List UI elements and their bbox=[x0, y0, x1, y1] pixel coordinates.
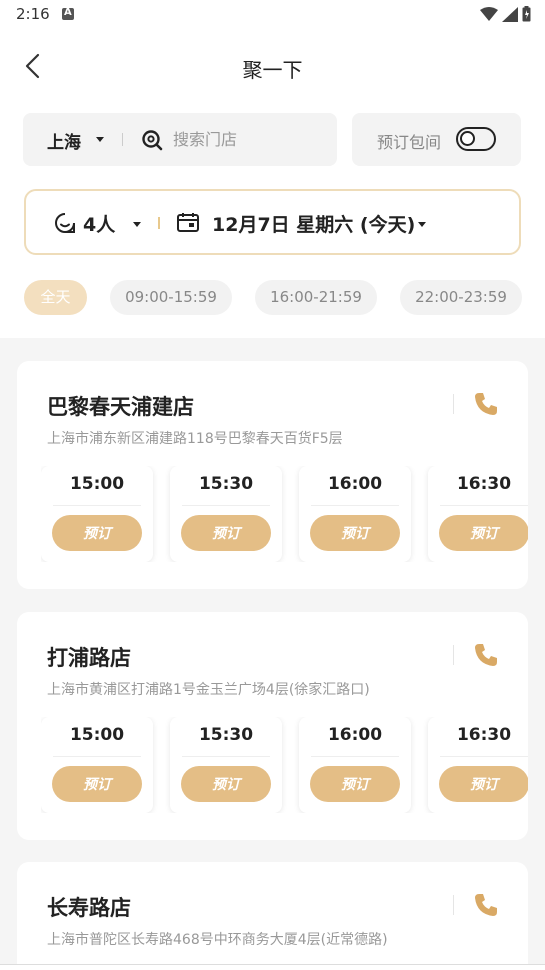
divider bbox=[158, 217, 160, 229]
time-slot: 16:30 预订 bbox=[428, 717, 528, 813]
status-bar: 2:16 bbox=[0, 0, 545, 30]
time-slot: 15:00 预订 bbox=[41, 717, 153, 813]
divider bbox=[182, 756, 270, 757]
store-name: 巴黎春天浦建店 bbox=[47, 395, 194, 419]
book-button[interactable]: 预订 bbox=[52, 515, 142, 551]
bottom-bar bbox=[0, 964, 545, 970]
store-address: 上海市黄浦区打浦路1号金玉兰广场4层(徐家汇路口) bbox=[47, 682, 370, 698]
store-name: 长寿路店 bbox=[47, 896, 131, 920]
book-button[interactable]: 预订 bbox=[310, 766, 400, 802]
time-slot: 15:00 预订 bbox=[41, 466, 153, 562]
page-title: 聚一下 bbox=[242, 58, 303, 82]
time-slot: 16:00 预订 bbox=[299, 717, 411, 813]
store-list: 巴黎春天浦建店 上海市浦东新区浦建路118号巴黎春天百货F5层 15:00 预订… bbox=[0, 338, 545, 970]
divider bbox=[453, 895, 454, 915]
divider bbox=[440, 756, 528, 757]
divider bbox=[453, 394, 454, 414]
time-slot-list: 15:00 预订 15:30 预订 16:00 预订 16:30 预订 bbox=[41, 466, 528, 562]
phone-icon[interactable] bbox=[473, 642, 499, 668]
people-selector[interactable]: 4人 bbox=[83, 210, 115, 237]
store-card[interactable]: 巴黎春天浦建店 上海市浦东新区浦建路118号巴黎春天百货F5层 15:00 预订… bbox=[17, 361, 528, 589]
status-icons bbox=[480, 6, 531, 22]
search-box: 上海 bbox=[23, 113, 337, 166]
store-address: 上海市普陀区长寿路468号中环商务大厦4层(近常德路) bbox=[47, 932, 388, 948]
divider bbox=[311, 756, 399, 757]
filter-box: 4人 12月7日 星期六 (今天) bbox=[24, 189, 521, 255]
private-room-label: 预订包间 bbox=[377, 133, 442, 152]
divider bbox=[122, 133, 123, 146]
time-chip-late-night[interactable]: 22:00-23:59 bbox=[400, 280, 522, 315]
book-button[interactable]: 预订 bbox=[52, 766, 142, 802]
slot-time: 15:00 bbox=[69, 725, 125, 745]
time-slot: 15:30 预订 bbox=[170, 717, 282, 813]
store-address: 上海市浦东新区浦建路118号巴黎春天百货F5层 bbox=[47, 431, 343, 447]
time-slot-list: 15:00 预订 15:30 预订 16:00 预订 16:30 预订 bbox=[41, 717, 528, 813]
slot-time: 15:00 bbox=[69, 474, 125, 494]
store-name: 打浦路店 bbox=[47, 646, 131, 670]
nav-bar: 聚一下 bbox=[0, 40, 545, 94]
divider bbox=[53, 505, 141, 506]
slot-time: 15:30 bbox=[198, 725, 254, 745]
smile-icon bbox=[55, 213, 75, 233]
divider bbox=[53, 756, 141, 757]
signal-icon bbox=[502, 6, 518, 22]
slot-time: 15:30 bbox=[198, 474, 254, 494]
slot-time: 16:00 bbox=[327, 725, 383, 745]
slot-time: 16:00 bbox=[327, 474, 383, 494]
slot-time: 16:30 bbox=[456, 474, 512, 494]
divider bbox=[311, 505, 399, 506]
private-room-box: 预订包间 bbox=[352, 113, 521, 166]
time-chip-daytime[interactable]: 09:00-15:59 bbox=[110, 280, 232, 315]
search-icon bbox=[142, 130, 163, 151]
store-card[interactable]: 打浦路店 上海市黄浦区打浦路1号金玉兰广场4层(徐家汇路口) 15:00 预订 … bbox=[17, 612, 528, 840]
caret-down-icon[interactable] bbox=[96, 137, 104, 142]
phone-icon[interactable] bbox=[473, 892, 499, 918]
notification-icon bbox=[62, 7, 74, 20]
phone-icon[interactable] bbox=[473, 391, 499, 417]
status-time: 2:16 bbox=[16, 5, 50, 23]
divider bbox=[182, 505, 270, 506]
book-button[interactable]: 预订 bbox=[181, 766, 271, 802]
book-button[interactable]: 预订 bbox=[181, 515, 271, 551]
private-room-toggle[interactable] bbox=[456, 127, 496, 151]
search-input[interactable] bbox=[173, 126, 323, 152]
toggle-knob bbox=[460, 131, 475, 146]
city-selector[interactable]: 上海 bbox=[47, 128, 81, 153]
time-slot: 16:00 预订 bbox=[299, 466, 411, 562]
divider bbox=[453, 645, 454, 665]
slot-time: 16:30 bbox=[456, 725, 512, 745]
calendar-icon bbox=[177, 213, 199, 232]
book-button[interactable]: 预订 bbox=[439, 766, 528, 802]
store-card[interactable]: 长寿路店 上海市普陀区长寿路468号中环商务大厦4层(近常德路) bbox=[17, 862, 528, 970]
divider bbox=[440, 505, 528, 506]
wifi-icon bbox=[480, 6, 498, 21]
book-button[interactable]: 预订 bbox=[310, 515, 400, 551]
time-slot: 16:30 预订 bbox=[428, 466, 528, 562]
date-selector[interactable]: 12月7日 星期六 (今天) bbox=[212, 210, 415, 237]
time-chip-evening[interactable]: 16:00-21:59 bbox=[255, 280, 377, 315]
time-chip-all-day[interactable]: 全天 bbox=[24, 280, 87, 315]
book-button[interactable]: 预订 bbox=[439, 515, 528, 551]
caret-down-icon[interactable] bbox=[133, 222, 141, 227]
time-slot: 15:30 预订 bbox=[170, 466, 282, 562]
caret-down-icon[interactable] bbox=[418, 222, 426, 227]
battery-icon bbox=[522, 6, 531, 22]
